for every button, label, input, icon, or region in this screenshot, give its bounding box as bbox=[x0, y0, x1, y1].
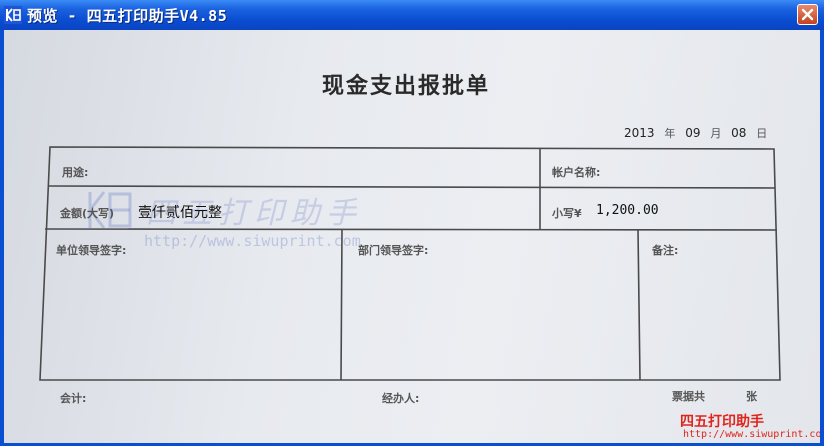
app-icon bbox=[4, 6, 22, 24]
sheets-label: 张 bbox=[746, 390, 757, 403]
preview-window: 预览 - 四五打印助手V4.85 现金支出报批单 2013 年 09 月 08 … bbox=[0, 0, 824, 446]
purpose-label: 用途: bbox=[62, 166, 89, 179]
col-line-mid1 bbox=[340, 229, 343, 381]
close-icon bbox=[801, 8, 814, 21]
watermark-url: http://www.siwuprint.com bbox=[144, 232, 361, 250]
unit-leader-label: 单位领导签字: bbox=[56, 244, 127, 257]
form-table bbox=[39, 146, 781, 381]
handler-label: 经办人: bbox=[382, 392, 420, 405]
preview-area: 现金支出报批单 2013 年 09 月 08 日 用途: 帐户名称: 四五打印助… bbox=[4, 30, 820, 443]
amount-upper-value: 壹仟贰佰元整 bbox=[138, 205, 222, 221]
col-line-mid2 bbox=[637, 229, 641, 381]
amount-upper-label: 金额(大写) bbox=[60, 207, 115, 220]
account-name-label: 帐户名称: bbox=[552, 166, 601, 179]
accountant-label: 会计: bbox=[60, 392, 87, 405]
close-button[interactable] bbox=[797, 4, 818, 25]
attachments-label: 票据共 bbox=[672, 390, 705, 403]
dept-leader-label: 部门领导签字: bbox=[358, 244, 429, 257]
table-border bbox=[39, 146, 781, 381]
amount-lower-label: 小写¥ bbox=[552, 207, 582, 220]
title-bar[interactable]: 预览 - 四五打印助手V4.85 bbox=[0, 0, 824, 30]
corner-brand-url: http://www.siwuprint.com bbox=[683, 429, 820, 440]
corner-brand-name: 四五打印助手 bbox=[680, 414, 764, 430]
window-title: 预览 - 四五打印助手V4.85 bbox=[27, 7, 228, 25]
remarks-label: 备注: bbox=[652, 244, 679, 257]
amount-lower-value: 1,200.00 bbox=[596, 203, 659, 218]
